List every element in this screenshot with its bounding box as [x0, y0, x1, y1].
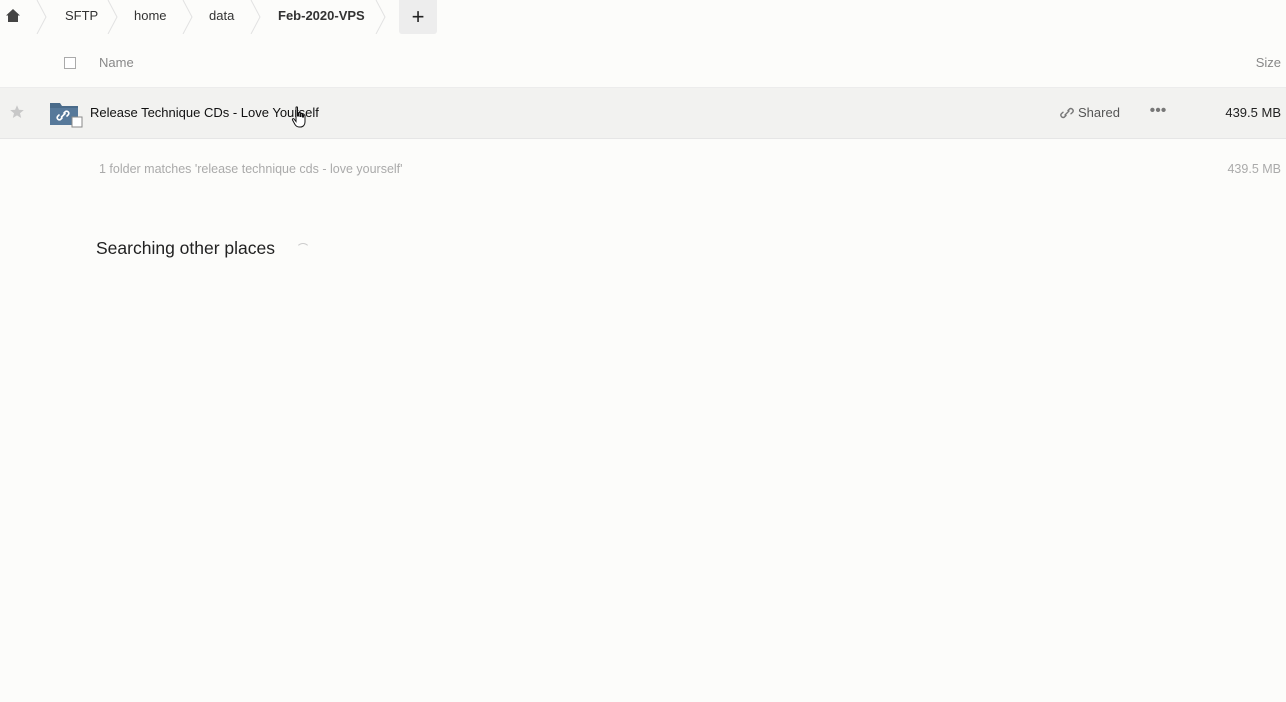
- breadcrumb: SFTP home data Feb-2020-VPS +: [0, 0, 1286, 34]
- summary-size: 439.5 MB: [1227, 162, 1281, 176]
- breadcrumb-item-home[interactable]: home: [134, 0, 167, 32]
- column-header-size[interactable]: Size: [1256, 55, 1281, 70]
- breadcrumb-separator-icon: [375, 0, 386, 34]
- shared-label: Shared: [1078, 105, 1120, 120]
- more-options-icon[interactable]: •••: [1148, 100, 1168, 124]
- star-icon[interactable]: [9, 104, 25, 120]
- plus-icon: +: [411, 4, 425, 29]
- column-header-name[interactable]: Name: [99, 55, 134, 70]
- search-summary: 1 folder matches 'release technique cds …: [99, 162, 403, 176]
- breadcrumb-separator-icon: [36, 0, 47, 34]
- link-icon: [1060, 107, 1074, 118]
- breadcrumb-separator-icon: [107, 0, 118, 34]
- new-button[interactable]: +: [399, 0, 437, 34]
- breadcrumb-separator-icon: [182, 0, 193, 34]
- home-icon[interactable]: [4, 6, 22, 24]
- breadcrumb-separator-icon: [250, 0, 261, 34]
- shared-button[interactable]: Shared: [1060, 105, 1120, 120]
- file-size: 439.5 MB: [1225, 105, 1281, 120]
- file-list-header: Name Size: [0, 38, 1286, 88]
- select-all-checkbox[interactable]: [64, 57, 76, 69]
- breadcrumb-item-sftp[interactable]: SFTP: [65, 0, 98, 32]
- shared-folder-icon: [50, 103, 83, 128]
- file-name[interactable]: Release Technique CDs - Love Yourself: [90, 105, 319, 120]
- searching-other-places-heading: Searching other places: [96, 238, 275, 258]
- breadcrumb-item-current[interactable]: Feb-2020-VPS: [278, 0, 365, 32]
- loading-spinner-icon: [296, 243, 310, 257]
- table-row[interactable]: Release Technique CDs - Love Yourself Sh…: [0, 88, 1286, 139]
- breadcrumb-item-data[interactable]: data: [209, 0, 234, 32]
